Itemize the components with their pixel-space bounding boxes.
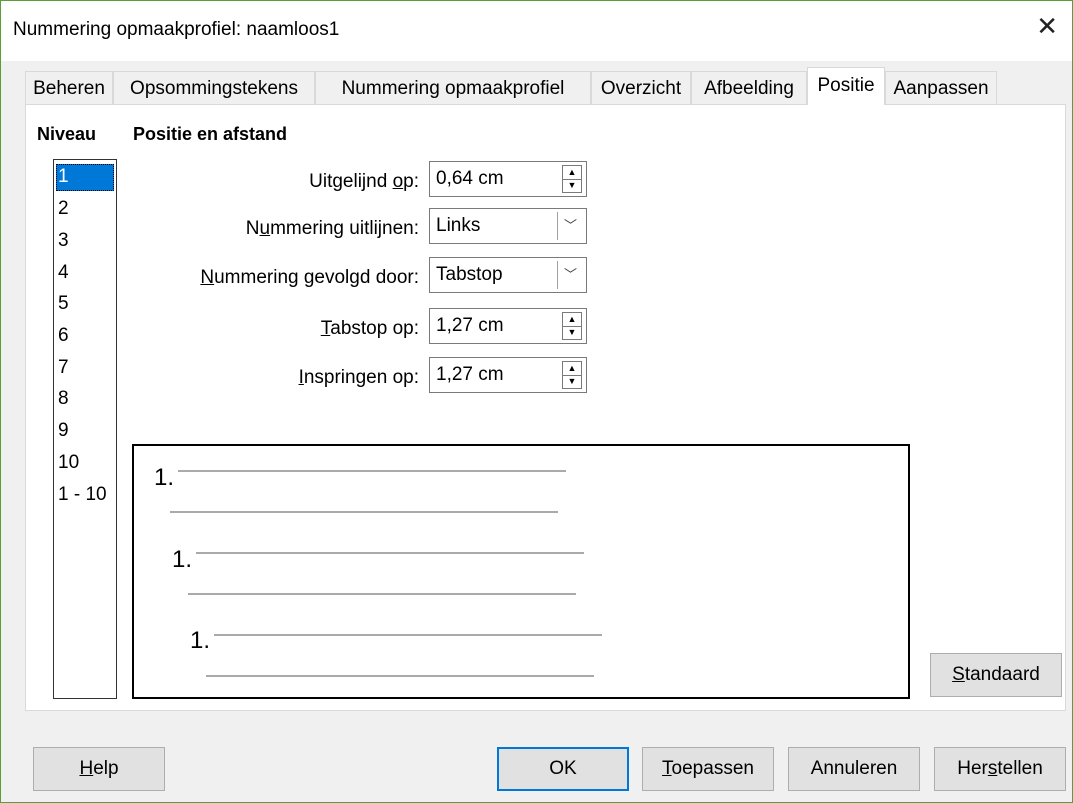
preview-line <box>178 470 566 472</box>
numbering-align-label: Nummering uitlijnen: <box>245 218 419 239</box>
indent-label: Inspringen op: <box>298 367 419 388</box>
level-item[interactable]: 2 <box>56 196 114 223</box>
aligned-at-spinbox[interactable]: 0,64 cm ▲ ▼ <box>429 161 587 197</box>
close-icon[interactable]: ✕ <box>1036 13 1058 39</box>
preview-number: 1. <box>154 464 175 491</box>
tab-opsommingstekens[interactable]: Opsommingstekens <box>113 71 315 104</box>
spin-down-icon[interactable]: ▼ <box>563 179 581 192</box>
level-item[interactable]: 1 <box>56 164 114 191</box>
tab-nummering-opmaakprofiel[interactable]: Nummering opmaakprofiel <box>315 71 591 104</box>
preview-line <box>206 675 594 677</box>
reset-button[interactable]: Herstellen <box>934 747 1066 791</box>
chevron-down-icon[interactable]: ﹀ <box>557 212 583 240</box>
spin-buttons: ▲ ▼ <box>562 165 582 193</box>
standaard-button[interactable]: Standaard <box>930 653 1062 697</box>
preview-number: 1. <box>172 546 193 573</box>
level-item[interactable]: 8 <box>56 386 114 413</box>
level-item[interactable]: 3 <box>56 228 114 255</box>
numbering-align-select[interactable]: Links ﹀ <box>429 208 587 244</box>
spin-buttons: ▲ ▼ <box>562 312 582 340</box>
chevron-down-icon[interactable]: ﹀ <box>557 261 583 289</box>
level-item[interactable]: 6 <box>56 323 114 350</box>
dialog-title: Nummering opmaakprofiel: naamloos1 <box>13 19 340 40</box>
help-button[interactable]: Help <box>33 747 165 791</box>
followed-by-label: Nummering gevolgd door: <box>200 267 419 288</box>
followed-by-select[interactable]: Tabstop ﹀ <box>429 257 587 293</box>
tab-positie[interactable]: Positie <box>807 67 885 105</box>
level-item[interactable]: 4 <box>56 260 114 287</box>
level-list[interactable]: 1 2 3 4 5 6 7 8 9 10 1 - 10 <box>53 159 117 699</box>
preview-line <box>196 552 584 554</box>
spin-buttons: ▲ ▼ <box>562 361 582 389</box>
indent-value[interactable]: 1,27 cm <box>436 364 504 386</box>
apply-button[interactable]: Toepassen <box>642 747 774 791</box>
level-item[interactable]: 5 <box>56 291 114 318</box>
aligned-at-label: Uitgelijnd op: <box>309 171 419 192</box>
level-heading: Niveau <box>37 124 97 144</box>
tab-aanpassen[interactable]: Aanpassen <box>885 71 997 104</box>
ok-button[interactable]: OK <box>497 747 629 791</box>
spin-up-icon[interactable]: ▲ <box>563 313 581 327</box>
tab-overzicht[interactable]: Overzicht <box>591 71 691 104</box>
preview-line <box>170 511 558 513</box>
dialog-window: Nummering opmaakprofiel: naamloos1 ✕ Beh… <box>0 0 1073 803</box>
level-item[interactable]: 7 <box>56 355 114 382</box>
spin-down-icon[interactable]: ▼ <box>563 326 581 339</box>
level-item[interactable]: 1 - 10 <box>56 482 114 509</box>
tab-stop-spinbox[interactable]: 1,27 cm ▲ ▼ <box>429 308 587 344</box>
level-item[interactable]: 9 <box>56 418 114 445</box>
cancel-button[interactable]: Annuleren <box>788 747 920 791</box>
spin-down-icon[interactable]: ▼ <box>563 375 581 388</box>
spin-up-icon[interactable]: ▲ <box>563 166 581 180</box>
title-bar: Nummering opmaakprofiel: naamloos1 ✕ <box>1 1 1072 61</box>
tab-stop-label: Tabstop op: <box>320 318 419 339</box>
indent-spinbox[interactable]: 1,27 cm ▲ ▼ <box>429 357 587 393</box>
tab-stop-value[interactable]: 1,27 cm <box>436 315 504 337</box>
followed-by-value: Tabstop <box>436 264 503 285</box>
position-heading: Positie en afstand <box>133 124 288 144</box>
preview-box: 1. 1. 1. <box>132 444 910 699</box>
spin-up-icon[interactable]: ▲ <box>563 362 581 376</box>
preview-line <box>188 593 576 595</box>
preview-line <box>214 634 602 636</box>
level-item[interactable]: 10 <box>56 450 114 477</box>
tab-beheren[interactable]: Beheren <box>25 71 113 104</box>
tab-afbeelding[interactable]: Afbeelding <box>691 71 807 104</box>
preview-number: 1. <box>190 627 211 654</box>
numbering-align-value: Links <box>436 215 481 236</box>
aligned-at-value[interactable]: 0,64 cm <box>436 168 504 190</box>
